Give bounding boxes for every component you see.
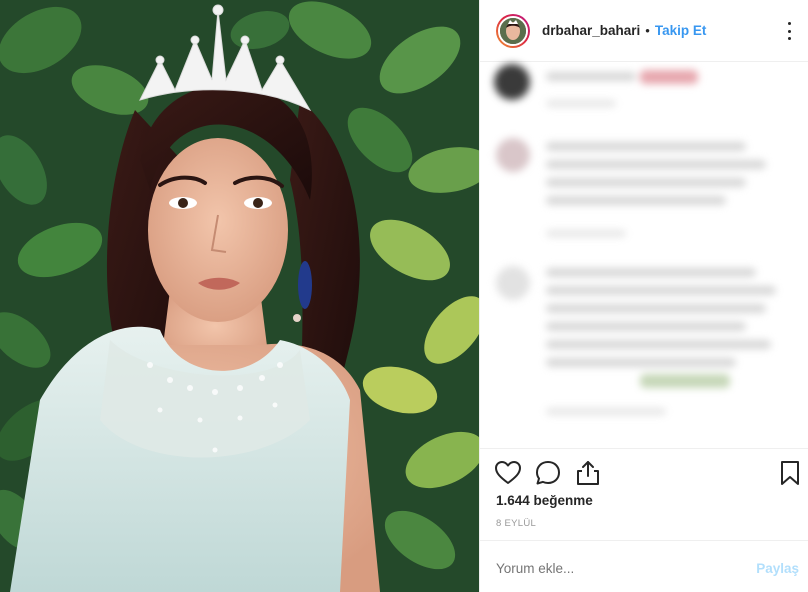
comment-line (546, 160, 766, 169)
more-options-icon[interactable] (787, 22, 791, 40)
follow-button[interactable]: Takip Et (655, 23, 707, 38)
bookmark-icon[interactable] (776, 459, 804, 487)
comment-avatar (496, 138, 530, 172)
comment-line (546, 72, 636, 81)
comment-line (546, 196, 726, 205)
comment-emoji (640, 374, 730, 388)
comment-line (546, 178, 746, 187)
separator-dot: • (645, 23, 650, 38)
comment-line (546, 322, 746, 331)
comment-line (546, 304, 766, 313)
action-bar (480, 448, 808, 494)
post-photo[interactable] (0, 0, 479, 592)
comment-avatar (496, 266, 530, 300)
comment-icon[interactable] (534, 459, 562, 487)
comment-line (640, 70, 698, 84)
comment-line (546, 268, 756, 277)
comment-input[interactable] (496, 561, 736, 576)
comment-avatar (494, 64, 530, 100)
comment-meta (546, 230, 626, 237)
comment-line (546, 340, 771, 349)
post-details-panel: drbahar_bahari • Takip Et 1.644 beğenme … (479, 0, 808, 592)
comment-meta (546, 100, 616, 107)
post-comment-button[interactable]: Paylaş (756, 561, 799, 576)
avatar-image (498, 15, 528, 46)
comment-line (546, 286, 776, 295)
comment-line (546, 358, 736, 367)
username[interactable]: drbahar_bahari (542, 23, 640, 38)
comment-meta (546, 408, 666, 415)
share-icon[interactable] (574, 459, 602, 487)
post-image (0, 0, 479, 592)
avatar[interactable] (496, 13, 530, 48)
heart-icon[interactable] (494, 459, 522, 487)
likes-count[interactable]: 1.644 beğenme (496, 493, 593, 508)
post-date[interactable]: 8 EYLÜL (496, 518, 536, 529)
add-comment-section: Paylaş (480, 540, 808, 592)
post-header: drbahar_bahari • Takip Et (480, 0, 808, 62)
comment-line (546, 142, 746, 151)
comments-list-blurred (480, 62, 808, 448)
